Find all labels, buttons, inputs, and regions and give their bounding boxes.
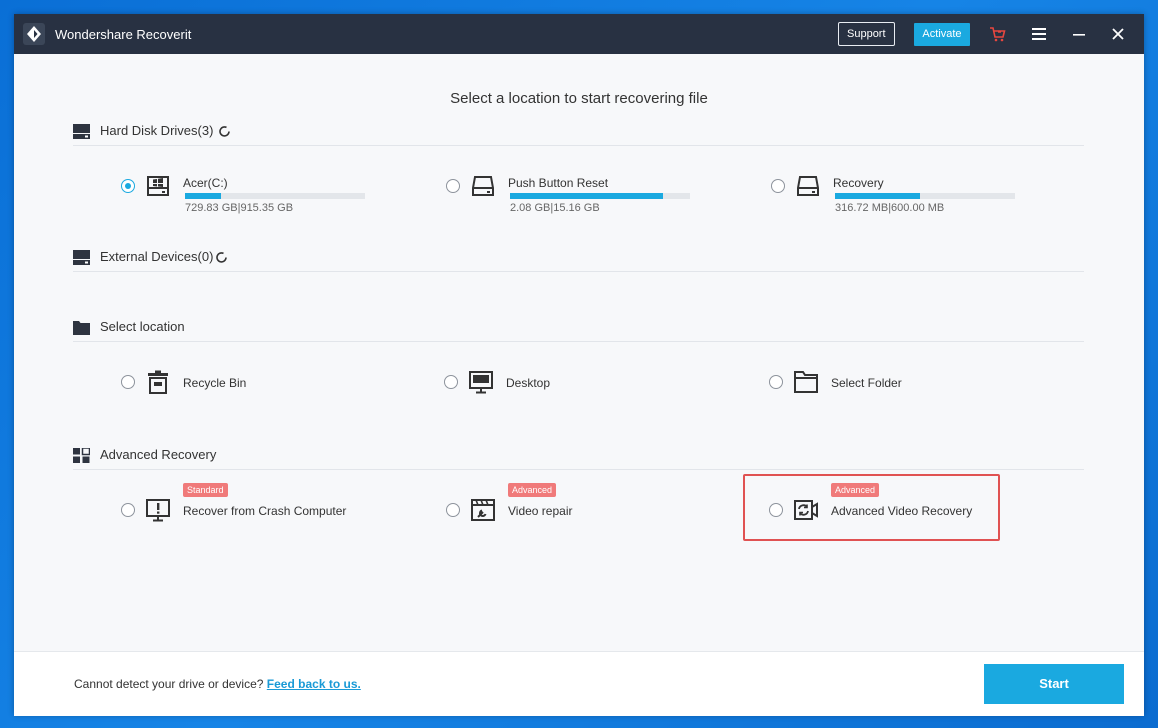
section-label: Select location	[100, 319, 185, 334]
drive-radio-acer[interactable]	[121, 179, 135, 193]
drive-name: Recovery	[833, 176, 884, 190]
page-heading: Select a location to start recovering fi…	[450, 90, 708, 107]
location-radio-select-folder[interactable]	[769, 375, 783, 389]
drive-usage-fill	[510, 193, 663, 199]
divider	[73, 145, 1084, 146]
standard-tag: Standard	[183, 483, 228, 497]
footer-message: Cannot detect your drive or device? Feed…	[74, 677, 361, 691]
section-label: External Devices(0)	[100, 249, 214, 264]
advanced-radio-crash-computer[interactable]	[121, 503, 135, 517]
hard-disk-icon	[73, 124, 90, 139]
drive-usage-fill	[185, 193, 221, 199]
close-icon[interactable]	[1109, 25, 1127, 43]
drive-radio-recovery[interactable]	[771, 179, 785, 193]
hard-disk-icon	[73, 250, 90, 265]
cart-icon[interactable]	[989, 25, 1007, 43]
hard-drive-icon[interactable]	[795, 173, 821, 199]
refresh-icon[interactable]	[218, 125, 231, 138]
feedback-link[interactable]: Feed back to us.	[267, 677, 361, 691]
folder-icon[interactable]	[793, 369, 819, 395]
advanced-tag: Advanced	[508, 483, 557, 497]
drive-radio-push-button-reset[interactable]	[446, 179, 460, 193]
divider	[73, 469, 1084, 470]
section-advanced-recovery: Advanced Recovery	[73, 446, 373, 466]
drive-size: 2.08 GB|15.16 GB	[510, 202, 600, 214]
drive-usage-bar	[185, 193, 365, 199]
location-radio-recycle-bin[interactable]	[121, 375, 135, 389]
menu-icon[interactable]	[1030, 25, 1048, 43]
video-repair-icon[interactable]	[470, 497, 496, 523]
location-label: Desktop	[506, 376, 551, 390]
section-label: Hard Disk Drives(3)	[100, 123, 214, 138]
apps-grid-icon	[73, 448, 90, 463]
drive-name: Acer(C:)	[183, 176, 228, 190]
section-label: Advanced Recovery	[100, 447, 217, 462]
minimize-icon[interactable]	[1070, 25, 1088, 43]
app-title: Wondershare Recoverit	[55, 27, 192, 42]
advanced-label: Video repair	[508, 504, 573, 518]
footer-text: Cannot detect your drive or device?	[74, 677, 264, 691]
recycle-bin-icon[interactable]	[145, 369, 171, 395]
hard-drive-icon[interactable]	[470, 173, 496, 199]
divider	[73, 271, 1084, 272]
section-select-location: Select location	[73, 318, 373, 338]
location-label: Recycle Bin	[183, 376, 247, 390]
support-button[interactable]: Support	[838, 22, 895, 46]
drive-usage-bar	[835, 193, 1015, 199]
activate-button[interactable]: Activate	[914, 23, 970, 46]
drive-usage-fill	[835, 193, 920, 199]
footer: Cannot detect your drive or device? Feed…	[14, 651, 1144, 716]
advanced-label: Recover from Crash Computer	[183, 504, 347, 518]
location-radio-desktop[interactable]	[444, 375, 458, 389]
title-bar: Wondershare Recoverit Support Activate	[14, 14, 1144, 54]
section-hard-disk: Hard Disk Drives(3)	[73, 122, 373, 142]
drive-name: Push Button Reset	[508, 176, 609, 190]
windows-drive-icon[interactable]	[145, 173, 171, 199]
location-label: Select Folder	[831, 376, 902, 390]
folder-icon	[73, 321, 90, 335]
refresh-icon[interactable]	[215, 251, 228, 264]
drive-size: 729.83 GB|915.35 GB	[185, 202, 294, 214]
drive-usage-bar	[510, 193, 690, 199]
section-external-devices: External Devices(0)	[73, 248, 373, 268]
divider	[73, 341, 1084, 342]
recoverit-logo-icon	[23, 23, 45, 45]
advanced-radio-video-repair[interactable]	[446, 503, 460, 517]
highlight-box	[743, 474, 1000, 541]
start-button[interactable]: Start	[984, 664, 1124, 704]
drive-size: 316.72 MB|600.00 MB	[835, 202, 945, 214]
app-window: Wondershare Recoverit Support Activate S…	[14, 14, 1144, 716]
crash-computer-icon[interactable]	[145, 497, 171, 523]
desktop-icon[interactable]	[468, 369, 494, 395]
